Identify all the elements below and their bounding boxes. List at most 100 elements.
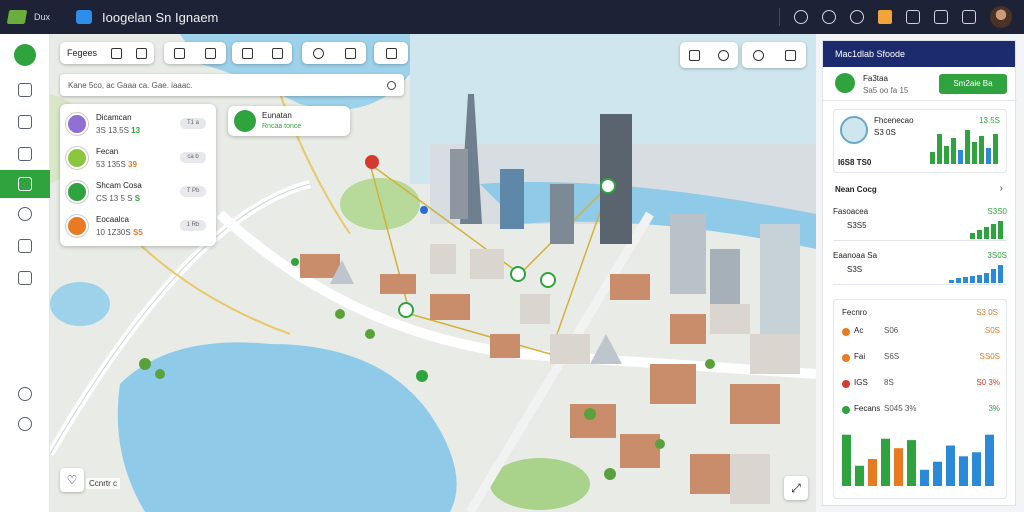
tool-group-2[interactable] <box>232 42 292 64</box>
cursor-icon[interactable] <box>174 47 185 59</box>
stat-row[interactable]: Fai S6S SS0S <box>842 350 1000 370</box>
shield-icon[interactable] <box>312 47 324 59</box>
list-item[interactable]: Fecan 53 135S 39 ca b <box>66 142 210 172</box>
tool-group-4[interactable] <box>374 42 408 64</box>
stat-label: S045 3% <box>884 404 917 413</box>
chart-icon <box>18 147 32 161</box>
list-item[interactable]: Dicamcan 3S 13.5S 13 T1 a <box>66 108 210 138</box>
stat-name: Ac <box>854 326 864 335</box>
settings-icon[interactable] <box>822 10 836 24</box>
top-bar: Dux Ioogelan Sn Ignaem <box>0 0 1024 34</box>
list-item-meta: 3S 13.5S 13 <box>96 126 140 135</box>
stat-row[interactable]: IGS 8S S0 3% <box>842 376 1000 396</box>
dome <box>590 334 622 364</box>
tool-group-1[interactable] <box>164 42 226 64</box>
arrow-up-icon[interactable] <box>135 47 147 59</box>
nav-location[interactable] <box>0 380 50 408</box>
summary-row: Fa3taa Sa5 oo fa 15 Sm2aie Ba <box>823 67 1017 101</box>
badge-icon[interactable] <box>344 47 356 59</box>
status-badge: 1 Rb <box>180 220 206 231</box>
summary-icon <box>835 73 855 93</box>
metric-sub: S3S <box>847 265 863 274</box>
metric-value: 3S0S <box>987 251 1007 260</box>
map-search[interactable]: Kane 5co, ac Gaaa ca. Gae. iaaac. <box>60 74 404 96</box>
report-icon <box>18 271 32 285</box>
star-icon[interactable] <box>784 49 796 61</box>
nav-settings[interactable] <box>0 410 50 438</box>
chart-bar <box>972 452 981 486</box>
stat-label: 8S <box>884 378 894 387</box>
list-item-name: Fecan <box>96 147 119 156</box>
meta-b: 39 <box>128 160 137 169</box>
nav-routes[interactable] <box>0 108 50 136</box>
view-group-2[interactable] <box>742 42 806 68</box>
nav-analytics[interactable] <box>0 140 50 168</box>
chart-bar <box>920 469 929 486</box>
metric-name: Fasoacea <box>833 207 869 216</box>
tool-group-3[interactable] <box>302 42 366 64</box>
layers-icon[interactable] <box>205 47 216 59</box>
status-badge: T Pb <box>180 186 206 197</box>
chart-bar <box>842 434 851 486</box>
summary-sub: Sa5 oo fa 15 <box>863 86 909 95</box>
profile-sub: S3 0S <box>874 128 896 137</box>
chevron-right-icon[interactable]: › <box>1000 183 1003 194</box>
list-item-meta: 10 1Z30S S5 <box>96 228 143 237</box>
avatar <box>66 181 88 203</box>
layer-toolbar[interactable]: Fegees <box>60 42 154 64</box>
expand-icon[interactable] <box>111 47 122 59</box>
home-button[interactable] <box>14 44 36 66</box>
metric-row[interactable]: Eaanoaa Sa S3S 3S0S <box>833 245 1007 285</box>
notification-icon[interactable] <box>878 10 892 24</box>
stat-row[interactable]: Ac S06 S0S <box>842 324 1000 344</box>
circle-icon[interactable] <box>752 49 764 61</box>
stat-icon <box>842 328 850 336</box>
map-icon <box>18 177 32 191</box>
nav-reports[interactable] <box>0 264 50 292</box>
stat-row[interactable]: Fecans S045 3% 3% <box>842 402 1000 422</box>
share-icon[interactable] <box>271 47 283 59</box>
metric-bar <box>984 227 989 239</box>
list-item[interactable]: Eocaalca 10 1Z30S S5 1 Rb <box>66 210 210 240</box>
walk-icon[interactable] <box>241 47 253 59</box>
stat-icon <box>842 380 850 388</box>
map-popup[interactable]: Eunatan Rncaa tonce <box>228 106 350 136</box>
nav-home-icon[interactable] <box>0 76 50 104</box>
tower <box>550 184 574 244</box>
edit-icon[interactable] <box>962 10 976 24</box>
menu-icon[interactable] <box>934 10 948 24</box>
nav-clock[interactable] <box>0 200 50 228</box>
tower <box>500 169 524 229</box>
clock-icon <box>18 207 32 221</box>
metric-bar <box>956 278 961 283</box>
map-caption: Ccnrtr c <box>86 478 120 489</box>
compass-icon[interactable] <box>689 49 700 61</box>
avatar <box>66 147 88 169</box>
nav-map[interactable] <box>0 170 50 198</box>
target-icon[interactable] <box>794 10 808 24</box>
section-title: Nean Cocg <box>835 185 877 194</box>
grid-icon[interactable] <box>385 47 397 59</box>
brand-logo <box>6 10 28 24</box>
primary-button[interactable]: Sm2aie Ba <box>939 74 1007 94</box>
list-item[interactable]: Shcam Cosa CS 13 5 S S T Pb <box>66 176 210 206</box>
nav-docs[interactable] <box>0 232 50 260</box>
metric-row[interactable]: Fasoacea S3S5 S3S0 <box>833 201 1007 241</box>
layer-toolbar-label: Fegees <box>66 48 98 58</box>
profile-value: 13.5S <box>979 116 1000 125</box>
avatar <box>66 215 88 237</box>
bag-icon[interactable] <box>906 10 920 24</box>
view-group-1[interactable] <box>680 42 738 68</box>
stats-card: Fecnro S3 0S Ac S06 S0S Fai S6S SS0S IGS 8S S0 3… <box>833 299 1007 499</box>
chart-bar <box>985 434 994 486</box>
locate-icon[interactable] <box>718 49 729 61</box>
favorite-button[interactable]: ♡ <box>60 468 84 492</box>
app-icon <box>76 10 93 24</box>
metric-bar <box>977 230 982 239</box>
search-icon[interactable] <box>387 80 396 90</box>
profile-card: Fhcenecao S3 0S 13.5S I6S8 TS0 <box>833 109 1007 173</box>
fullscreen-button[interactable]: ⤢ <box>784 476 808 500</box>
info-icon[interactable] <box>850 10 864 24</box>
user-avatar[interactable] <box>990 6 1012 28</box>
right-panel: Mac1dlab Sfoode Fa3taa Sa5 oo fa 15 Sm2a… <box>822 40 1017 506</box>
